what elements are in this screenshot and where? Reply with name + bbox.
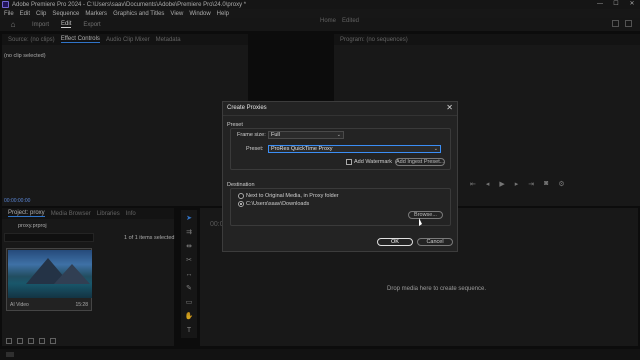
ok-button[interactable]: OK [377, 238, 413, 246]
chevron-down-icon: ⌄ [336, 132, 341, 138]
add-watermark-checkbox[interactable] [346, 159, 352, 165]
frame-size-label: Frame size: [237, 132, 266, 138]
add-ingest-preset-button[interactable]: Add Ingest Preset... [395, 158, 445, 166]
dialog-title: Create Proxies [227, 105, 267, 111]
mouse-cursor-icon [419, 218, 422, 226]
frame-size-value: Full [271, 132, 280, 138]
cancel-button[interactable]: Cancel [417, 238, 453, 246]
browse-button[interactable]: Browse... [408, 211, 443, 219]
preset-value: ProRes QuickTime Proxy [271, 146, 333, 152]
add-watermark-label: Add Watermark [354, 159, 393, 165]
create-proxies-dialog: Create Proxies ✕ Preset Frame size: Full… [222, 101, 458, 252]
preset-select[interactable]: ProRes QuickTime Proxy ⌄ [268, 145, 441, 153]
close-icon[interactable]: ✕ [446, 103, 453, 112]
dest-proxy-folder-label: Next to Original Media, in Proxy folder [246, 193, 339, 199]
dest-custom-radio[interactable] [238, 201, 244, 207]
chevron-down-icon: ⌄ [433, 146, 438, 152]
frame-size-select[interactable]: Full ⌄ [268, 131, 344, 139]
dest-proxy-folder-radio[interactable] [238, 193, 244, 199]
dialog-divider [223, 115, 457, 116]
preset-label: Preset: [246, 146, 264, 152]
dest-custom-path: C:\Users\saav\Downloads [246, 201, 310, 207]
